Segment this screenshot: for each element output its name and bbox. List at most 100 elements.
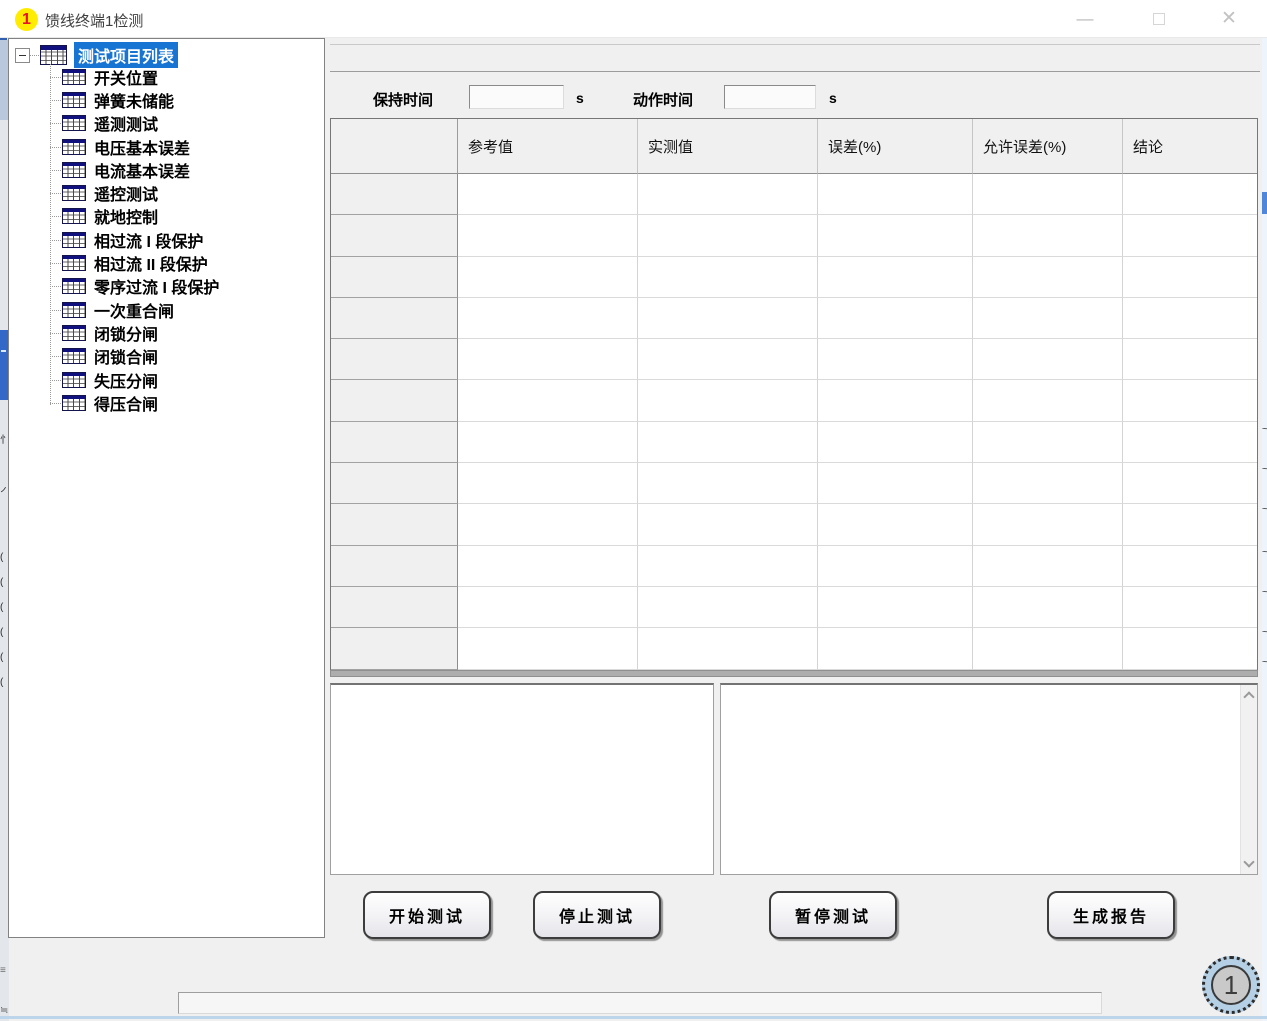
hold-time-input[interactable] [469, 85, 564, 109]
row-header [331, 215, 458, 256]
hold-time-unit: s [576, 90, 584, 106]
tree-collapse-icon[interactable] [15, 48, 30, 63]
table-cell [973, 298, 1123, 339]
table-cell [1123, 257, 1257, 298]
minimize-button[interactable]: — [1068, 6, 1102, 32]
table-cell [1123, 546, 1257, 587]
table-cell [1123, 380, 1257, 421]
column-header: 结论 [1123, 119, 1257, 174]
table-cell [638, 298, 818, 339]
tree-item[interactable]: 闭锁合闸 [9, 345, 324, 368]
row-header [331, 380, 458, 421]
table-cell [1123, 298, 1257, 339]
table-cell [973, 463, 1123, 504]
app-window: 忄 ㇒ ( ( ( ( ( ( ≡ ≒ ~ ~ ~ ~ ~ ~ ~ 1 馈线终端… [0, 0, 1267, 1021]
table-cell [638, 504, 818, 545]
table-icon [62, 185, 86, 201]
table-icon [62, 395, 86, 411]
tree-item-label: 开关位置 [94, 65, 158, 89]
table-cell [818, 628, 973, 669]
stop-test-button[interactable]: 停止测试 [533, 891, 661, 939]
close-button[interactable]: ✕ [1212, 6, 1246, 32]
tree-item[interactable]: 遥测测试 [9, 112, 324, 135]
tree-item[interactable]: 闭锁分闸 [9, 321, 324, 344]
row-header [331, 174, 458, 215]
tree-item[interactable]: 弹簧未储能 [9, 88, 324, 111]
table-icon [62, 69, 86, 85]
tree-item[interactable]: 相过流 I 段保护 [9, 228, 324, 251]
row-header [331, 504, 458, 545]
table-cell [458, 422, 638, 463]
tree-item-label: 遥控测试 [94, 181, 158, 205]
table-cell [458, 174, 638, 215]
tree-item[interactable]: 开关位置 [9, 65, 324, 88]
table-cell [458, 215, 638, 256]
table-cell [638, 215, 818, 256]
table-icon [62, 232, 86, 248]
table-cell [638, 380, 818, 421]
window-title: 馈线终端1检测 [45, 10, 143, 31]
tree-item-label: 电流基本误差 [94, 158, 190, 182]
tree-item[interactable]: 相过流 II 段保护 [9, 251, 324, 274]
tree-item[interactable]: 就地控制 [9, 205, 324, 228]
table-cell [458, 339, 638, 380]
pause-test-button[interactable]: 暂停测试 [769, 891, 897, 939]
table-icon [62, 208, 86, 224]
page-number-badge-value: 1 [1211, 965, 1251, 1005]
row-header [331, 546, 458, 587]
row-header [331, 628, 458, 669]
table-icon [40, 45, 67, 65]
table-cell [638, 587, 818, 628]
table-cell [1123, 215, 1257, 256]
maximize-icon [1153, 13, 1165, 25]
table-icon [62, 372, 86, 388]
table-cell [458, 257, 638, 298]
start-test-button[interactable]: 开始测试 [363, 891, 491, 939]
tree-item[interactable]: 失压分闸 [9, 368, 324, 391]
tree-item-label: 电压基本误差 [94, 135, 190, 159]
maximize-button[interactable] [1142, 6, 1176, 32]
tree-item-label: 相过流 I 段保护 [94, 228, 203, 252]
tree-connector [30, 55, 39, 56]
table-cell [1123, 422, 1257, 463]
tree-item[interactable]: 遥控测试 [9, 181, 324, 204]
table-icon [62, 92, 86, 108]
tree-item-label: 相过流 II 段保护 [94, 251, 208, 275]
action-time-input[interactable] [724, 85, 816, 109]
vertical-scrollbar[interactable] [1240, 685, 1257, 874]
background-artifact: ~ ~ ~ ~ ~ ~ ~ [1262, 0, 1267, 1021]
generate-report-button[interactable]: 生成报告 [1047, 891, 1175, 939]
table-cell [818, 257, 973, 298]
tree-root[interactable]: 测试项目列表 [15, 44, 178, 66]
table-cell [458, 380, 638, 421]
table-cell [973, 504, 1123, 545]
table-cell [1123, 463, 1257, 504]
table-icon [62, 255, 86, 271]
results-table: 参考值实测值误差(%)允许误差(%)结论 [330, 118, 1258, 671]
page-number-badge: 1 [1202, 956, 1260, 1014]
tree-item-label: 失压分闸 [94, 368, 158, 392]
tree-item[interactable]: 得压合闸 [9, 391, 324, 414]
tree-item[interactable]: 零序过流 I 段保护 [9, 275, 324, 298]
tree-item[interactable]: 一次重合闸 [9, 298, 324, 321]
log-panel-right[interactable] [720, 683, 1258, 875]
table-cell [973, 257, 1123, 298]
action-time-unit: s [829, 90, 837, 106]
table-icon [62, 302, 86, 318]
table-cell [638, 546, 818, 587]
table-cell [638, 174, 818, 215]
scroll-down-icon[interactable] [1243, 856, 1254, 867]
table-cell [973, 215, 1123, 256]
table-cell [458, 546, 638, 587]
log-panel-left[interactable] [330, 683, 714, 875]
tree-item[interactable]: 电流基本误差 [9, 158, 324, 181]
tree-item[interactable]: 电压基本误差 [9, 135, 324, 158]
tree-item-label: 零序过流 I 段保护 [94, 274, 219, 298]
table-scrollbar[interactable] [330, 670, 1258, 677]
tree-item-label: 闭锁分闸 [94, 321, 158, 345]
table-cell [818, 546, 973, 587]
scroll-up-icon[interactable] [1243, 691, 1254, 702]
table-cell [638, 628, 818, 669]
row-header [331, 257, 458, 298]
toolbar-strip [330, 44, 1260, 72]
